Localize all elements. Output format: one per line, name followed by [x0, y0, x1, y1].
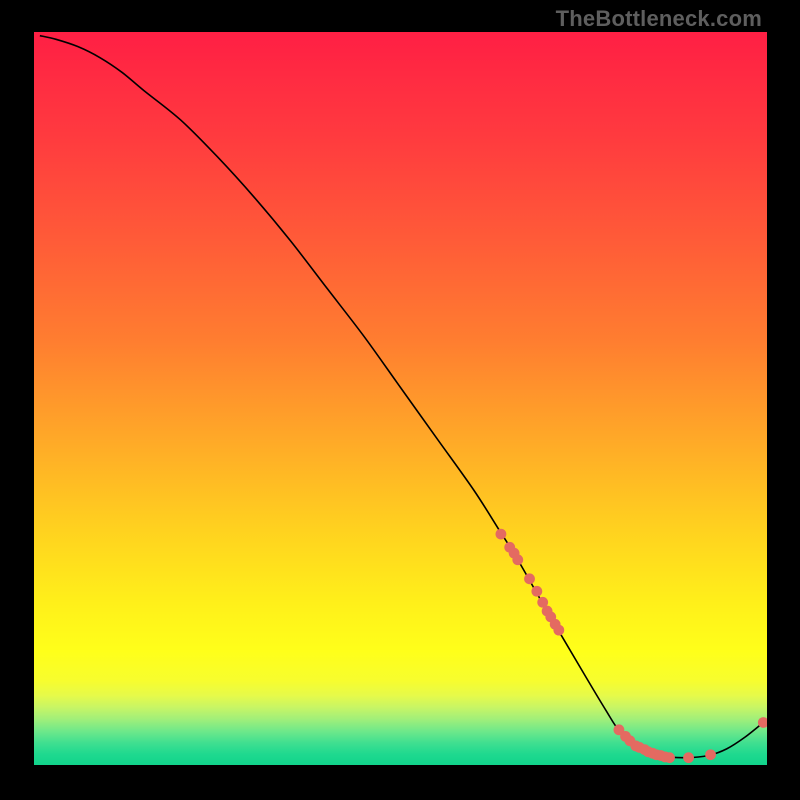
data-marker	[705, 749, 716, 760]
data-marker	[512, 554, 523, 565]
data-marker	[531, 586, 542, 597]
plot-area	[34, 32, 767, 765]
plot-svg	[34, 32, 767, 765]
watermark-text: TheBottleneck.com	[556, 6, 762, 32]
data-marker	[683, 752, 694, 763]
data-marker	[553, 625, 564, 636]
data-marker	[664, 752, 675, 763]
data-marker	[524, 573, 535, 584]
chart-frame: TheBottleneck.com	[0, 0, 800, 800]
data-marker	[496, 529, 507, 540]
gradient-background	[34, 32, 767, 765]
axis-sentinel	[401, 763, 402, 764]
